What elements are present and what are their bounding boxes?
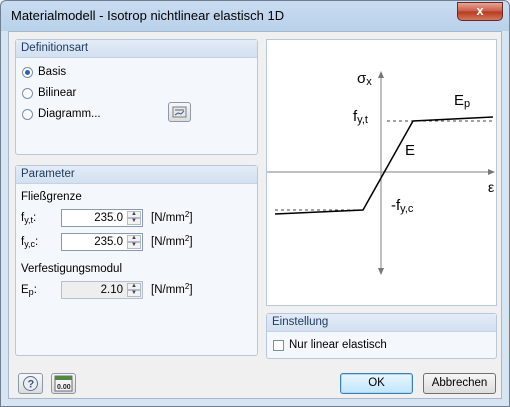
- ep-unit: [N/mm2]: [151, 282, 193, 296]
- fyt-diagram-label: fy,t: [353, 108, 368, 126]
- verfestigungsmodul-label: Verfestigungsmodul: [21, 263, 123, 275]
- stress-strain-diagram: σx fy,t Ep E ε -fy,c: [266, 39, 497, 306]
- help-icon: ?: [23, 376, 38, 391]
- radio-diagramm[interactable]: Diagramm...: [22, 106, 101, 122]
- svg-text:?: ?: [28, 379, 35, 391]
- nur-linear-elastisch-label: Nur linear elastisch: [289, 339, 387, 351]
- fyc-input[interactable]: 235.0 ▲ ▼: [61, 233, 143, 251]
- ep-value: 2.10: [100, 284, 123, 296]
- fyt-spinner[interactable]: ▲ ▼: [127, 211, 141, 225]
- sigma-label: σx: [357, 70, 372, 88]
- close-button[interactable]: x: [457, 2, 503, 21]
- radio-basis-label: Basis: [38, 66, 67, 78]
- einstellung-group: Einstellung Nur linear elastisch: [266, 313, 497, 359]
- ep-spinner: ▲ ▼: [127, 283, 141, 297]
- spin-up-icon[interactable]: ▲: [127, 235, 141, 242]
- radio-bilinear[interactable]: Bilinear: [22, 85, 76, 101]
- e-diagram-label: E: [405, 142, 416, 159]
- parameter-group: Parameter Fließgrenze fy,t: 235.0 ▲ ▼ [N…: [15, 165, 258, 356]
- parameter-header: Parameter: [16, 166, 257, 184]
- diagram-edit-icon: [172, 106, 187, 118]
- ep-diagram-label: Ep: [454, 92, 471, 110]
- einstellung-header: Einstellung: [267, 314, 496, 332]
- radio-diagramm-circle[interactable]: [22, 108, 33, 120]
- svg-text:0.00: 0.00: [57, 384, 71, 391]
- fyc-diagram-label: -fy,c: [391, 197, 414, 215]
- radio-basis-circle[interactable]: [22, 66, 33, 78]
- fliessgrenze-label: Fließgrenze: [21, 191, 82, 203]
- fyt-unit: [N/mm2]: [151, 210, 193, 224]
- fyc-spinner[interactable]: ▲ ▼: [127, 235, 141, 249]
- ep-input: 2.10 ▲ ▼: [61, 281, 143, 299]
- radio-diagramm-label: Diagramm...: [38, 108, 101, 120]
- help-button[interactable]: ?: [18, 373, 43, 394]
- material-curve: [274, 116, 494, 215]
- definitionsart-group: Definitionsart Basis Bilinear Diagramm..…: [15, 39, 258, 155]
- fyc-value: 235.0: [94, 236, 123, 248]
- fyt-input[interactable]: 235.0 ▲ ▼: [61, 209, 143, 227]
- radio-bilinear-label: Bilinear: [38, 87, 77, 99]
- spin-down-icon: ▼: [127, 290, 141, 297]
- fyc-label: fy,c:: [21, 236, 39, 249]
- close-icon: x: [476, 3, 484, 18]
- spin-up-icon: ▲: [127, 283, 141, 290]
- ep-label: Ep:: [21, 284, 37, 297]
- dialog-client-area: Definitionsart Basis Bilinear Diagramm..…: [8, 31, 502, 399]
- dialog-window: Materialmodell - Isotrop nichtlinear ela…: [0, 0, 510, 407]
- fyc-unit: [N/mm2]: [151, 234, 193, 248]
- radio-bilinear-circle[interactable]: [22, 87, 33, 99]
- units-icon: 0.00: [54, 375, 73, 392]
- spin-up-icon[interactable]: ▲: [127, 211, 141, 218]
- spin-down-icon[interactable]: ▼: [127, 218, 141, 225]
- window-title: Materialmodell - Isotrop nichtlinear ela…: [11, 8, 285, 23]
- epsilon-label: ε: [488, 179, 495, 195]
- nur-linear-elastisch-checkbox[interactable]: Nur linear elastisch: [273, 337, 387, 353]
- cancel-button[interactable]: Abbrechen: [423, 373, 496, 394]
- edit-diagram-button[interactable]: [168, 102, 191, 122]
- definitionsart-header: Definitionsart: [16, 40, 257, 58]
- fyt-label: fy,t:: [21, 212, 37, 225]
- nur-linear-elastisch-box[interactable]: [273, 339, 284, 351]
- spin-down-icon[interactable]: ▼: [127, 242, 141, 249]
- fyt-value: 235.0: [94, 212, 123, 224]
- ok-button[interactable]: OK: [340, 373, 413, 394]
- diagram-canvas: [267, 71, 495, 275]
- radio-basis[interactable]: Basis: [22, 64, 66, 80]
- title-bar[interactable]: Materialmodell - Isotrop nichtlinear ela…: [1, 1, 509, 31]
- units-button[interactable]: 0.00: [51, 373, 76, 394]
